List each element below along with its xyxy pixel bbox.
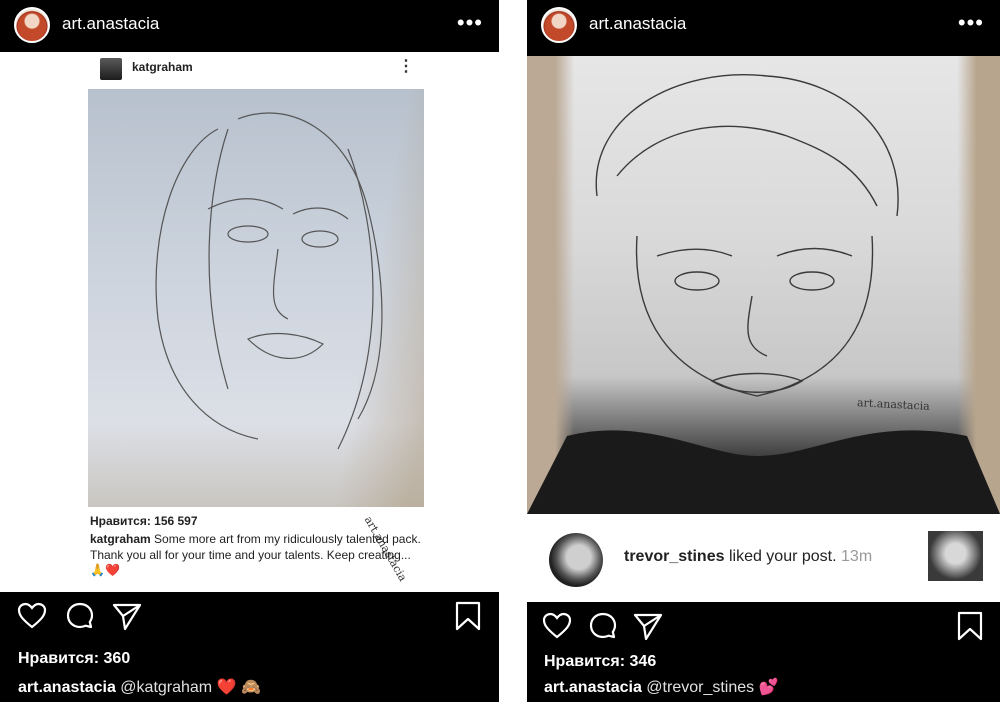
bookmark-icon[interactable]: [956, 610, 984, 642]
caption: art.anastacia @trevor_stines 💕: [544, 677, 779, 697]
action-bar: [0, 592, 499, 652]
notification-text: trevor_stines liked your post. 13m: [624, 548, 872, 566]
notification-avatar[interactable]: [549, 533, 603, 587]
heart-icon[interactable]: [541, 610, 573, 642]
embedded-emoji: 🙏❤️: [90, 563, 120, 577]
portrait-sketch-image[interactable]: art.anastacia: [527, 56, 1000, 514]
avatar[interactable]: [14, 7, 50, 43]
like-notification[interactable]: trevor_stines liked your post. 13m: [527, 514, 1000, 602]
heart-icon[interactable]: [16, 600, 48, 632]
share-icon[interactable]: [632, 610, 664, 642]
embedded-likes-count: Нравится: 156 597: [90, 514, 198, 528]
caption-text: @katgraham ❤️ 🙈: [120, 679, 261, 696]
share-icon[interactable]: [111, 600, 143, 632]
notification-message: liked your post.: [728, 548, 837, 565]
embedded-caption-user: katgraham: [90, 532, 151, 546]
sketch-drawing: [155, 112, 383, 450]
post-header: art.anastacia •••: [527, 0, 1000, 52]
embedded-caption: katgraham Some more art from my ridiculo…: [90, 531, 430, 563]
embedded-avatar: [100, 58, 122, 80]
notification-time: 13m: [841, 548, 873, 565]
username[interactable]: art.anastacia: [62, 14, 159, 34]
left-post: art.anastacia ••• katgraham ⋮ art.anasta…: [0, 0, 499, 702]
embedded-post-screenshot: katgraham ⋮ art.anastacia Нравится: 156 …: [0, 52, 499, 592]
likes-count[interactable]: Нравится: 346: [544, 653, 656, 671]
bookmark-icon[interactable]: [454, 600, 482, 632]
caption-user[interactable]: art.anastacia: [544, 679, 642, 696]
sketch-drawing: [527, 74, 1000, 514]
more-dots-icon[interactable]: •••: [958, 10, 984, 36]
post-header: art.anastacia •••: [0, 0, 499, 52]
caption-user[interactable]: art.anastacia: [18, 679, 116, 696]
embedded-username: katgraham: [132, 60, 193, 74]
avatar[interactable]: [541, 7, 577, 43]
right-post: art.anastacia ••• art.anastacia trevor_s…: [527, 0, 1000, 702]
likes-count[interactable]: Нравится: 360: [18, 650, 130, 668]
comment-icon[interactable]: [64, 600, 96, 632]
notification-user[interactable]: trevor_stines: [624, 548, 725, 565]
comment-icon[interactable]: [587, 610, 619, 642]
caption-text: @trevor_stines 💕: [646, 679, 779, 696]
notification-post-thumbnail[interactable]: [928, 531, 983, 581]
more-dots-icon[interactable]: •••: [457, 10, 483, 36]
portrait-sketch-image[interactable]: art.anastacia: [88, 89, 424, 584]
username[interactable]: art.anastacia: [589, 14, 686, 34]
caption: art.anastacia @katgraham ❤️ 🙈: [18, 677, 261, 697]
embedded-more-icon: ⋮: [398, 58, 414, 75]
